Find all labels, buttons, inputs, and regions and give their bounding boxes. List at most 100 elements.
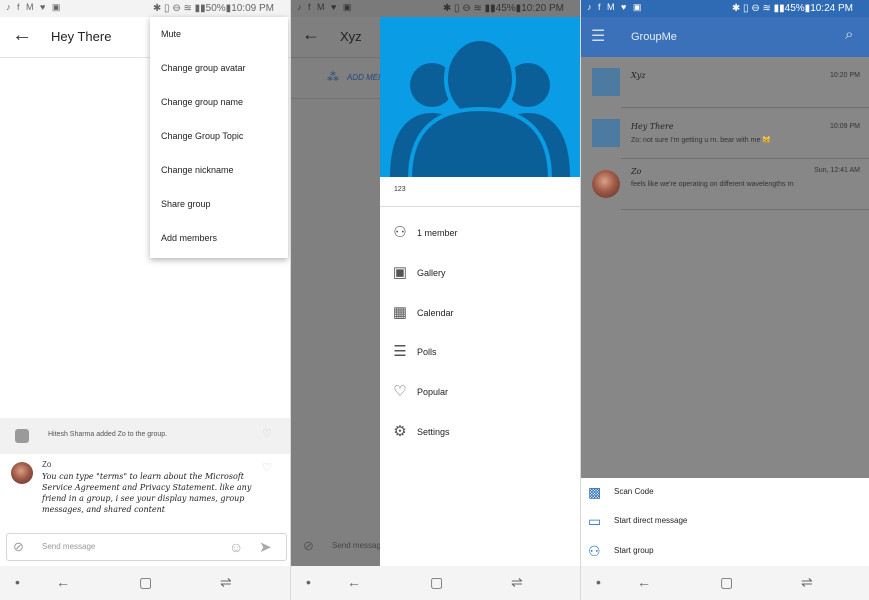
send-message-input[interactable]: Send message bbox=[332, 541, 385, 550]
menu-item-change-group-topic[interactable]: Change Group Topic bbox=[150, 119, 288, 153]
menu-item-share-group[interactable]: Share group bbox=[150, 187, 288, 221]
status-icons: ✱ ▯ ⊖ ≋ ▮▮ bbox=[152, 3, 206, 14]
group-avatar bbox=[592, 68, 620, 96]
nav-back-icon[interactable]: ← bbox=[347, 574, 361, 590]
nav-home-icon[interactable]: ▢ bbox=[139, 574, 152, 591]
chat-time: 10:20 PM bbox=[830, 72, 860, 79]
android-nav-bar: • ← ▢ ⇌ bbox=[291, 566, 580, 600]
start-direct-message-action[interactable]: ▭ Start direct message bbox=[581, 507, 869, 535]
calendar-icon: ▦ bbox=[392, 304, 408, 321]
message-composer: ⊘ Send message ☺ ➤ bbox=[6, 533, 287, 561]
app-title: GroupMe bbox=[631, 31, 677, 43]
status-bar: ♪ f M ♥ ▣ ✱ ▯ ⊖ ≋ ▮▮ 45% ▮ 10:20 PM bbox=[291, 0, 580, 17]
drawer-item-calendar[interactable]: ▦ Calendar bbox=[380, 298, 580, 328]
battery-level: 45% bbox=[495, 3, 516, 14]
back-arrow-icon[interactable]: ← bbox=[302, 24, 320, 45]
chat-list-item[interactable]: Hey There 10:09 PM Zo: not sure I'm gett… bbox=[581, 108, 869, 158]
drawer-item-members[interactable]: ⚇ 1 member bbox=[380, 218, 580, 248]
chat-list-item[interactable]: Zo Sun, 12:41 AM feels like we're operat… bbox=[581, 159, 869, 209]
notification-icons: ♪ f M ♥ ▣ bbox=[587, 2, 644, 12]
hamburger-menu-icon[interactable]: ☰ bbox=[591, 26, 605, 46]
group-icon: ⚇ bbox=[588, 543, 601, 559]
people-icon: ⚇ bbox=[393, 224, 407, 241]
drawer-item-label: Polls bbox=[417, 347, 437, 357]
nav-home-icon[interactable]: ▢ bbox=[430, 574, 443, 591]
send-icon[interactable]: ➤ bbox=[259, 538, 272, 556]
like-heart-icon[interactable]: ♡ bbox=[262, 427, 272, 440]
menu-item-add-members[interactable]: Add members bbox=[150, 221, 288, 255]
nav-dot-icon[interactable]: • bbox=[15, 574, 20, 590]
send-message-input[interactable]: Send message bbox=[42, 542, 95, 551]
like-heart-icon[interactable]: ♡ bbox=[262, 461, 272, 474]
battery-level: 45% bbox=[784, 3, 805, 14]
chat-preview: Zo: not sure I'm getting u rn. bear with… bbox=[631, 137, 771, 144]
app-header: ☰ GroupMe ⌕ bbox=[581, 17, 869, 57]
nav-recents-icon[interactable]: ⇌ bbox=[220, 574, 232, 591]
menu-item-change-nickname[interactable]: Change nickname bbox=[150, 153, 288, 187]
drawer-item-label: 1 member bbox=[417, 228, 458, 238]
notification-icons: ♪ f M ♥ ▣ bbox=[6, 2, 63, 12]
action-sheet: ▩ Scan Code ▭ Start direct message ⚇ Sta… bbox=[581, 478, 869, 566]
status-icons: ✱ ▯ ⊖ ≋ ▮▮ bbox=[731, 3, 785, 14]
clock: 10:24 PM bbox=[810, 3, 853, 14]
back-arrow-icon[interactable]: ← bbox=[12, 24, 32, 47]
battery-level: 50% bbox=[205, 3, 226, 14]
avatar[interactable] bbox=[11, 462, 33, 484]
group-drawer-screen: ♪ f M ♥ ▣ ✱ ▯ ⊖ ≋ ▮▮ 45% ▮ 10:20 PM ← Xy… bbox=[291, 0, 580, 600]
scan-code-action[interactable]: ▩ Scan Code bbox=[581, 478, 869, 506]
drawer-item-label: Calendar bbox=[417, 308, 454, 318]
chat-title[interactable]: Hey There bbox=[51, 29, 111, 44]
system-icon bbox=[15, 429, 29, 443]
heart-icon: ♡ bbox=[393, 383, 407, 400]
avatar bbox=[592, 170, 620, 198]
drawer-item-popular[interactable]: ♡ Popular bbox=[380, 377, 580, 407]
drawer-item-settings[interactable]: ⚙ Settings bbox=[380, 417, 580, 447]
message-icon: ▭ bbox=[588, 513, 602, 529]
attachment-icon[interactable]: ⊘ bbox=[303, 538, 314, 554]
drawer-item-polls[interactable]: ☰ Polls bbox=[380, 337, 580, 367]
action-label: Start direct message bbox=[614, 516, 688, 525]
gear-icon: ⚙ bbox=[393, 423, 407, 440]
nav-back-icon[interactable]: ← bbox=[637, 574, 651, 590]
chat-name: Xyz bbox=[631, 71, 646, 80]
drawer-item-label: Gallery bbox=[417, 268, 446, 278]
qr-icon: ▩ bbox=[588, 484, 602, 500]
nav-recents-icon[interactable]: ⇌ bbox=[801, 574, 813, 591]
message-item: Zo You can type "terms" to learn about t… bbox=[0, 454, 290, 530]
notification-icons: ♪ f M ♥ ▣ bbox=[297, 2, 354, 12]
chat-time: 10:09 PM bbox=[830, 123, 860, 130]
divider bbox=[380, 206, 580, 207]
menu-item-change-group-name[interactable]: Change group name bbox=[150, 85, 288, 119]
chat-list-screen: ♪ f M ♥ ▣ ✱ ▯ ⊖ ≋ ▮▮ 45% ▮ 10:24 PM ☰ Gr… bbox=[581, 0, 869, 600]
system-message-text: Hitesh Sharma added Zo to the group. bbox=[48, 431, 168, 438]
nav-back-icon[interactable]: ← bbox=[56, 574, 70, 590]
chat-title[interactable]: Xyz bbox=[340, 29, 362, 44]
system-message: Hitesh Sharma added Zo to the group. ♡ bbox=[0, 418, 290, 454]
clock: 10:09 PM bbox=[231, 3, 274, 14]
menu-item-change-group-avatar[interactable]: Change group avatar bbox=[150, 51, 288, 85]
chat-name: Hey There bbox=[631, 122, 674, 131]
add-members-icon: ⁂ bbox=[327, 70, 339, 84]
drawer-item-gallery[interactable]: ▣ Gallery bbox=[380, 258, 580, 288]
nav-dot-icon[interactable]: • bbox=[596, 574, 601, 590]
status-icons: ✱ ▯ ⊖ ≋ ▮▮ bbox=[442, 3, 496, 14]
chat-screen: ♪ f M ♥ ▣ ✱ ▯ ⊖ ≋ ▮▮ 50% ▮ 10:09 PM ← He… bbox=[0, 0, 290, 600]
chat-time: Sun, 12:41 AM bbox=[814, 167, 860, 174]
status-bar: ♪ f M ♥ ▣ ✱ ▯ ⊖ ≋ ▮▮ 50% ▮ 10:09 PM bbox=[0, 0, 290, 17]
action-label: Scan Code bbox=[614, 487, 654, 496]
chat-list-item[interactable]: Xyz 10:20 PM bbox=[581, 57, 869, 107]
action-label: Start group bbox=[614, 546, 654, 555]
overflow-menu: Mute Change group avatar Change group na… bbox=[150, 17, 288, 258]
chat-preview: feels like we're operating on different … bbox=[631, 181, 794, 188]
attachment-icon[interactable]: ⊘ bbox=[13, 539, 24, 555]
search-icon[interactable]: ⌕ bbox=[845, 26, 853, 43]
group-avatar[interactable] bbox=[380, 17, 580, 177]
nav-home-icon[interactable]: ▢ bbox=[720, 574, 733, 591]
nav-recents-icon[interactable]: ⇌ bbox=[511, 574, 523, 591]
nav-dot-icon[interactable]: • bbox=[306, 574, 311, 590]
menu-item-mute[interactable]: Mute bbox=[150, 17, 288, 51]
emoji-icon[interactable]: ☺ bbox=[229, 539, 243, 555]
chat-name: Zo bbox=[631, 167, 642, 176]
start-group-action[interactable]: ⚇ Start group bbox=[581, 537, 869, 565]
clock: 10:20 PM bbox=[521, 3, 564, 14]
